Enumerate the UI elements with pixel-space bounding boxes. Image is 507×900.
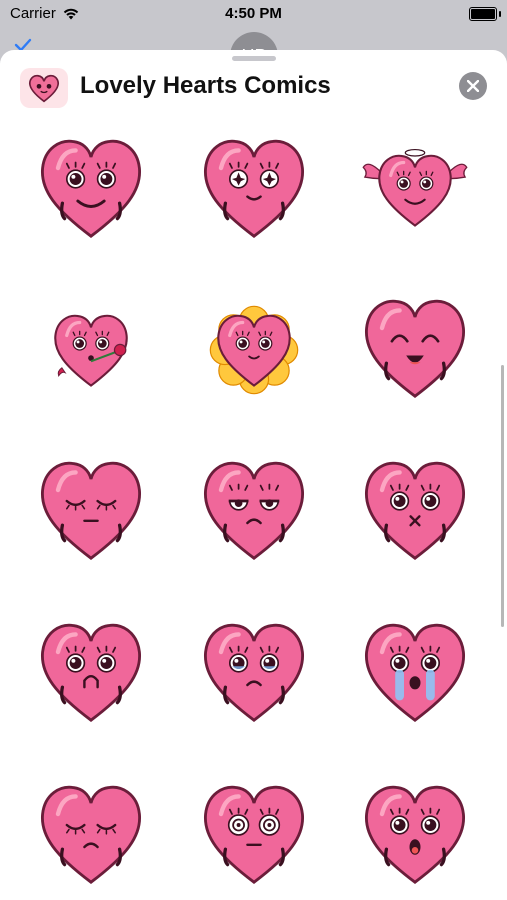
sticker-sleepy[interactable] [31,452,151,572]
heart-sticker-icon [41,785,141,884]
heart-sticker-icon [365,785,465,884]
app-icon [20,68,68,108]
sticker-giggle[interactable] [355,290,475,410]
heart-sticker-icon [204,461,304,560]
heart-sticker-icon [41,461,141,560]
sheet-header: Lovely Hearts Comics [0,64,507,112]
sticker-angel[interactable] [355,130,475,250]
sticker-sigh[interactable] [31,776,151,896]
sheet-grabber[interactable] [232,56,276,61]
heart-sticker-icon [362,148,468,227]
sticker-flower[interactable] [194,290,314,410]
heart-sticker-icon [365,623,465,722]
sticker-annoyed[interactable] [194,452,314,572]
sticker-shocked[interactable] [355,776,475,896]
heart-sticker-icon [204,139,304,238]
sticker-shushed[interactable] [355,452,475,572]
status-bar: Carrier 4:50 PM [0,0,507,30]
heart-sticker-icon [209,305,299,395]
page-title: Lovely Hearts Comics [80,72,331,99]
heart-sticker-icon [41,623,141,722]
sticker-starry-eyes[interactable] [194,130,314,250]
heart-sticker-icon [365,461,465,560]
close-icon [467,80,479,92]
heart-sticker-icon [204,623,304,722]
sticker-teary[interactable] [194,614,314,734]
sticker-crying[interactable] [355,614,475,734]
sticker-worried[interactable] [31,614,151,734]
sticker-smile[interactable] [31,130,151,250]
sticker-rose[interactable] [31,290,151,410]
heart-sticker-icon [365,299,465,398]
scroll-indicator[interactable] [501,365,504,627]
clock: 4:50 PM [225,5,282,22]
sticker-dazed[interactable] [194,776,314,896]
heart-sticker-icon [204,785,304,884]
heart-sticker-icon [41,139,141,238]
close-button[interactable] [459,72,487,100]
sticker-sheet: Lovely Hearts Comics [0,50,507,900]
battery-icon [469,7,501,21]
heart-sticker-icon [54,314,128,387]
